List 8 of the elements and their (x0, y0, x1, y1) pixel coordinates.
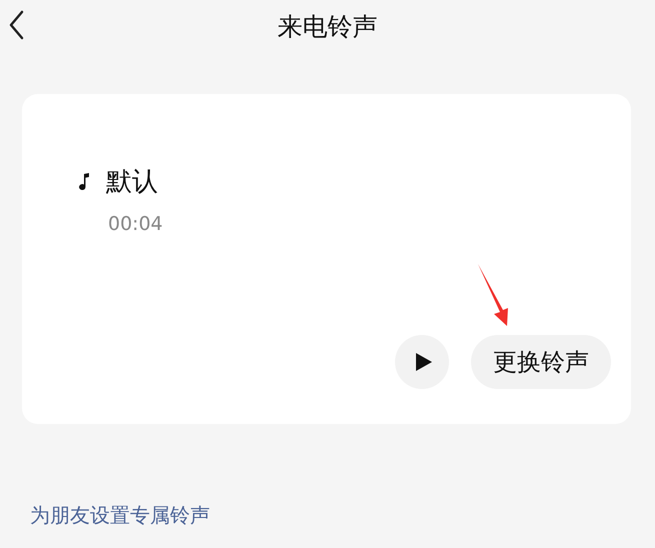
back-icon[interactable] (8, 10, 24, 40)
window-title: 来电铃声 (278, 10, 378, 42)
friend-ringtone-link[interactable]: 为朋友设置专属铃声 (30, 502, 210, 529)
play-icon (415, 352, 433, 372)
change-ringtone-button[interactable]: 更换铃声 (471, 335, 611, 389)
ringtone-name: 默认 (106, 166, 158, 199)
music-note-icon (78, 172, 90, 192)
ringtone-duration: 00:04 (108, 213, 164, 235)
